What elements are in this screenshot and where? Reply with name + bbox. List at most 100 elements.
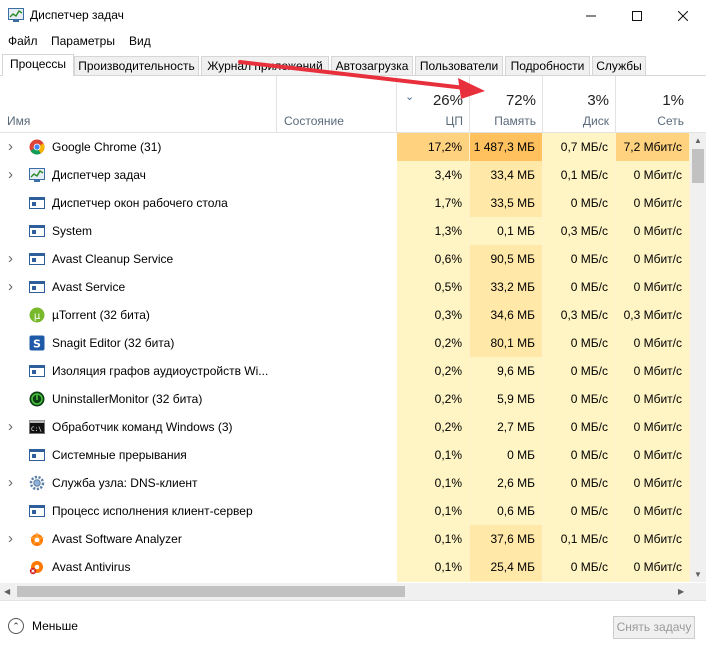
window-app-icon [29,363,45,379]
window-app-icon [29,195,45,211]
process-network-cell: 0 Мбит/с [616,497,690,525]
process-network-cell: 0 Мбит/с [616,161,690,189]
table-row[interactable]: Диспетчер окон рабочего стола 1,7% 33,5 МБ… [0,189,690,217]
table-row[interactable]: Изоляция графов аудиоустройств Wi... 0,2%… [0,357,690,385]
process-memory-cell: 33,2 МБ [470,273,543,301]
process-network-cell: 0 Мбит/с [616,245,690,273]
close-icon [678,10,688,21]
process-network-cell: 0 Мбит/с [616,357,690,385]
process-name: Процесс исполнения клиент-сервер [52,504,253,518]
column-header-status[interactable]: Состояние [277,76,397,132]
horizontal-scroll-thumb[interactable] [17,586,405,597]
process-disk-cell: 0 МБ/с [543,245,616,273]
process-status [277,329,397,357]
process-cpu-cell: 0,2% [397,329,470,357]
process-disk-cell: 0 МБ/с [543,497,616,525]
process-disk-cell: 0 МБ/с [543,441,616,469]
menu-file[interactable]: Файл [8,34,38,48]
process-disk-cell: 0,3 МБ/с [543,301,616,329]
menu-view[interactable]: Вид [129,34,151,48]
process-status [277,497,397,525]
column-header-network[interactable]: 1% Сеть [616,76,690,132]
process-network-cell: 0 Мбит/с [616,385,690,413]
maximize-icon [632,10,642,21]
maximize-button[interactable] [614,0,660,31]
tab-processes[interactable]: Процессы [2,54,74,76]
process-name: UninstallerMonitor (32 бита) [52,392,203,406]
process-disk-cell: 0,7 МБ/с [543,133,616,161]
table-row[interactable]: › Avast Service 0,5% 33,2 МБ 0 МБ/с 0 Мбит/с [0,273,690,301]
tab-details[interactable]: Подробности [505,56,590,75]
tab-startup[interactable]: Автозагрузка [331,56,413,75]
table-row[interactable]: › C:\ Обработчик команд Windows (3) 0,2% 2,7… [0,413,690,441]
process-status [277,133,397,161]
scroll-up-arrow-icon[interactable]: ▲ [694,136,702,145]
table-row[interactable]: › Диспетчер задач 3,4% 33,4 МБ 0,1 МБ/с 0 Мби… [0,161,690,189]
close-button[interactable] [660,0,706,31]
table-row[interactable]: › Avast Cleanup Service 0,6% 90,5 МБ 0 МБ/с 0… [0,245,690,273]
process-name: Google Chrome (31) [52,140,162,154]
process-memory-cell: 90,5 МБ [470,245,543,273]
scroll-down-arrow-icon[interactable]: ▼ [694,570,702,579]
minimize-button[interactable] [568,0,614,31]
expand-chevron-icon[interactable]: › [8,469,18,497]
table-row[interactable]: › Google Chrome (31) 17,2% 1 487,3 МБ 0,7 МБ… [0,133,690,161]
uninstaller-icon [29,391,45,407]
chevron-up-icon: ⌃ [8,618,24,634]
window-title: Диспетчер задач [30,8,124,22]
process-disk-cell: 0,1 МБ/с [543,525,616,553]
column-header-cpu[interactable]: ⌄ 26% ЦП [397,76,470,132]
network-total-percent: 1% [662,92,684,109]
expand-chevron-icon[interactable]: › [8,133,18,161]
table-row[interactable]: System 1,3% 0,1 МБ 0,3 МБ/с 0 Мбит/с [0,217,690,245]
table-row[interactable]: Avast Antivirus 0,1% 25,4 МБ 0 МБ/с 0 Мбит/с [0,553,690,581]
tab-users[interactable]: Пользователи [415,56,503,75]
process-name: Snagit Editor (32 бита) [52,336,175,350]
process-disk-cell: 0 МБ/с [543,553,616,581]
expand-chevron-icon[interactable]: › [8,161,18,189]
process-memory-cell: 9,6 МБ [470,357,543,385]
process-network-cell: 0 Мбит/с [616,525,690,553]
column-header-disk[interactable]: 3% Диск [543,76,616,132]
expand-chevron-icon[interactable]: › [8,245,18,273]
scroll-right-arrow-icon[interactable]: ▶ [678,587,684,596]
process-name: Изоляция графов аудиоустройств Wi... [52,364,268,378]
tab-performance[interactable]: Производительность [74,56,199,75]
process-cpu-cell: 0,1% [397,553,470,581]
table-row[interactable]: UninstallerMonitor (32 бита) 0,2% 5,9 МБ 0 … [0,385,690,413]
process-status [277,189,397,217]
menu-options[interactable]: Параметры [51,34,115,48]
table-row[interactable]: S Snagit Editor (32 бита) 0,2% 80,1 МБ 0 МБ/… [0,329,690,357]
table-row[interactable]: › Служба узла: DNS-клиент 0,1% 2,6 МБ 0 МБ/с… [0,469,690,497]
expand-chevron-icon[interactable]: › [8,413,18,441]
process-cpu-cell: 0,1% [397,469,470,497]
vertical-scrollbar[interactable]: ▲ ▼ [690,133,706,582]
expand-chevron-icon[interactable]: › [8,273,18,301]
column-header-name-label: Имя [7,114,31,128]
table-row[interactable]: Системные прерывания 0,1% 0 МБ 0 МБ/с 0 Мбит… [0,441,690,469]
table-row[interactable]: Процесс исполнения клиент-сервер 0,1% 0,6 … [0,497,690,525]
table-row[interactable]: µ µTorrent (32 бита) 0,3% 34,6 МБ 0,3 МБ/с 0,… [0,301,690,329]
title-bar[interactable]: Диспетчер задач [0,0,706,31]
process-name: Обработчик команд Windows (3) [52,420,233,434]
process-network-cell: 7,2 Мбит/с [616,133,690,161]
process-status [277,301,397,329]
tab-app-history[interactable]: Журнал приложений [201,56,329,75]
column-header-memory-label: Память [494,114,536,128]
expand-chevron-icon[interactable]: › [8,525,18,553]
column-header-network-label: Сеть [657,114,684,128]
tab-services[interactable]: Службы [592,56,646,75]
process-list: › Google Chrome (31) 17,2% 1 487,3 МБ 0,7 МБ… [0,133,690,582]
scroll-left-arrow-icon[interactable]: ◀ [4,587,10,596]
column-header-memory[interactable]: 72% Память [470,76,543,132]
vertical-scroll-thumb[interactable] [692,149,704,183]
horizontal-scrollbar[interactable]: ◀ ▶ [0,583,690,600]
fewer-details-button[interactable]: ⌃ Меньше [8,616,78,636]
column-header-name[interactable]: Имя [0,76,277,132]
process-status [277,385,397,413]
table-row[interactable]: › Avast Software Analyzer 0,1% 37,6 МБ 0,1 М… [0,525,690,553]
process-status [277,161,397,189]
process-network-cell: 0 Мбит/с [616,413,690,441]
end-task-button[interactable]: Снять задачу [613,616,695,639]
window-app-icon [29,279,45,295]
